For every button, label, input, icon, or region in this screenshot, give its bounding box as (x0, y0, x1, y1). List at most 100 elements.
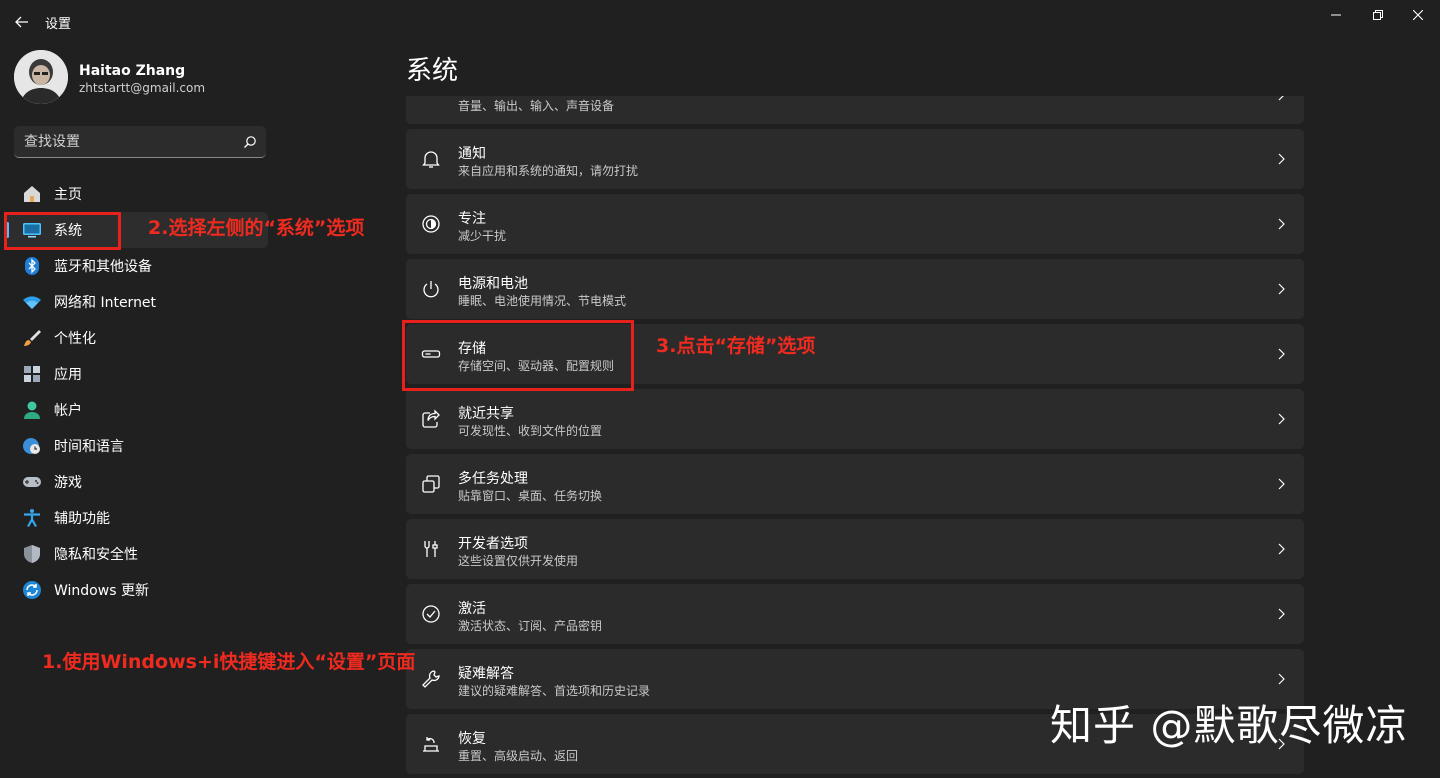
chevron-right-icon (1276, 217, 1286, 231)
title-bar: 设置 (0, 0, 1440, 44)
chevron-right-icon (1276, 412, 1286, 426)
card-power-battery[interactable]: 电源和电池 睡眠、电池使用情况、节电模式 (406, 259, 1304, 319)
card-subtitle: 减少干扰 (458, 229, 507, 243)
annotation-box-system (4, 212, 121, 250)
card-subtitle: 重置、高级启动、返回 (458, 749, 579, 763)
restore-icon (1373, 10, 1383, 20)
apps-icon (22, 364, 42, 384)
chevron-right-icon (1276, 607, 1286, 621)
chevron-right-icon (1276, 347, 1286, 361)
chevron-right-icon (1276, 96, 1286, 102)
card-subtitle: 建议的疑难解答、首选项和历史记录 (458, 684, 651, 698)
card-title: 恢复 (458, 731, 486, 747)
chevron-right-icon (1276, 152, 1286, 166)
profile-name: Haitao Zhang (79, 63, 186, 79)
annotation-step-2: 2.选择左侧的“系统”选项 (148, 217, 365, 239)
sidebar-item-personalization[interactable]: 个性化 (6, 320, 268, 356)
card-sound[interactable]: 音量、输出、输入、声音设备 (406, 96, 1304, 124)
globe-clock-icon (22, 436, 42, 456)
sidebar-item-home[interactable]: 主页 (6, 176, 268, 212)
sidebar-item-apps[interactable]: 应用 (6, 356, 268, 392)
sidebar-item-time-language[interactable]: 时间和语言 (6, 428, 268, 464)
multitask-icon (420, 473, 442, 495)
profile-email: zhtstartt@gmail.com (79, 81, 206, 95)
card-subtitle: 可发现性、收到文件的位置 (458, 424, 603, 438)
sidebar-item-label: 蓝牙和其他设备 (54, 259, 152, 275)
card-subtitle: 音量、输出、输入、声音设备 (458, 99, 615, 113)
update-icon (22, 580, 42, 600)
search-box[interactable] (14, 126, 266, 158)
back-button[interactable] (8, 8, 36, 36)
card-nearby-sharing[interactable]: 就近共享 可发现性、收到文件的位置 (406, 389, 1304, 449)
sidebar-item-privacy[interactable]: 隐私和安全性 (6, 536, 268, 572)
sidebar-item-label: 隐私和安全性 (54, 547, 138, 563)
sidebar-item-label: 辅助功能 (54, 511, 110, 527)
developer-icon (420, 538, 442, 560)
wifi-icon (22, 292, 42, 312)
chevron-right-icon (1276, 542, 1286, 556)
sidebar-item-label: 主页 (54, 187, 82, 203)
user-profile[interactable]: Haitao Zhang zhtstartt@gmail.com (14, 50, 374, 106)
bluetooth-icon (22, 256, 42, 276)
sidebar-item-label: Windows 更新 (54, 583, 149, 599)
card-title: 激活 (458, 601, 486, 617)
bell-icon (420, 148, 442, 170)
card-activation[interactable]: 激活 激活状态、订阅、产品密钥 (406, 584, 1304, 644)
avatar (14, 50, 68, 104)
brush-icon (22, 328, 42, 348)
power-icon (420, 278, 442, 300)
card-title: 多任务处理 (458, 471, 528, 487)
minimize-button[interactable] (1316, 4, 1356, 26)
sidebar-item-accounts[interactable]: 帐户 (6, 392, 268, 428)
card-multitasking[interactable]: 多任务处理 贴靠窗口、桌面、任务切换 (406, 454, 1304, 514)
annotation-box-storage (402, 320, 634, 391)
card-title: 电源和电池 (458, 276, 528, 292)
sidebar-item-label: 时间和语言 (54, 439, 124, 455)
search-input[interactable] (24, 132, 234, 152)
shield-icon (22, 544, 42, 564)
sidebar-item-label: 网络和 Internet (54, 295, 157, 311)
sidebar-item-network[interactable]: 网络和 Internet (6, 284, 268, 320)
share-icon (420, 408, 442, 430)
watermark: 知乎 @默歌尽微凉 (1050, 701, 1409, 750)
sidebar-item-gaming[interactable]: 游戏 (6, 464, 268, 500)
search-icon[interactable] (243, 135, 257, 149)
focus-icon (420, 213, 442, 235)
sidebar-item-label: 帐户 (54, 403, 82, 419)
account-icon (22, 400, 42, 420)
restore-button[interactable] (1358, 4, 1398, 26)
card-title: 开发者选项 (458, 536, 528, 552)
sidebar-item-windows-update[interactable]: Windows 更新 (6, 572, 268, 608)
card-notifications[interactable]: 通知 来自应用和系统的通知，请勿打扰 (406, 129, 1304, 189)
card-subtitle: 这些设置仅供开发使用 (458, 554, 579, 568)
wrench-icon (420, 668, 442, 690)
close-button[interactable] (1398, 4, 1438, 26)
card-subtitle: 贴靠窗口、桌面、任务切换 (458, 489, 603, 503)
sidebar-item-label: 游戏 (54, 475, 82, 491)
close-icon (1413, 10, 1423, 20)
gamepad-icon (22, 472, 42, 492)
accessibility-icon (22, 508, 42, 528)
card-subtitle: 睡眠、电池使用情况、节电模式 (458, 294, 627, 308)
sidebar-item-accessibility[interactable]: 辅助功能 (6, 500, 268, 536)
minimize-icon (1331, 14, 1341, 16)
back-arrow-icon (15, 16, 28, 28)
card-title: 专注 (458, 211, 486, 227)
chevron-right-icon (1276, 672, 1286, 686)
chevron-right-icon (1276, 282, 1286, 296)
annotation-step-3: 3.点击“存储”选项 (656, 335, 816, 357)
annotation-step-1: 1.使用Windows+i快捷键进入“设置”页面 (42, 651, 416, 673)
card-developer-options[interactable]: 开发者选项 这些设置仅供开发使用 (406, 519, 1304, 579)
sidebar-item-bluetooth[interactable]: 蓝牙和其他设备 (6, 248, 268, 284)
check-circle-icon (420, 603, 442, 625)
card-subtitle: 来自应用和系统的通知，请勿打扰 (458, 164, 639, 178)
page-title: 系统 (406, 56, 459, 86)
card-title: 疑难解答 (458, 666, 514, 682)
card-subtitle: 激活状态、订阅、产品密钥 (458, 619, 603, 633)
home-icon (22, 184, 42, 204)
window-title: 设置 (45, 17, 72, 32)
card-title: 通知 (458, 146, 486, 162)
sidebar-item-label: 应用 (54, 367, 82, 383)
card-focus[interactable]: 专注 减少干扰 (406, 194, 1304, 254)
sidebar-item-label: 个性化 (54, 331, 96, 347)
